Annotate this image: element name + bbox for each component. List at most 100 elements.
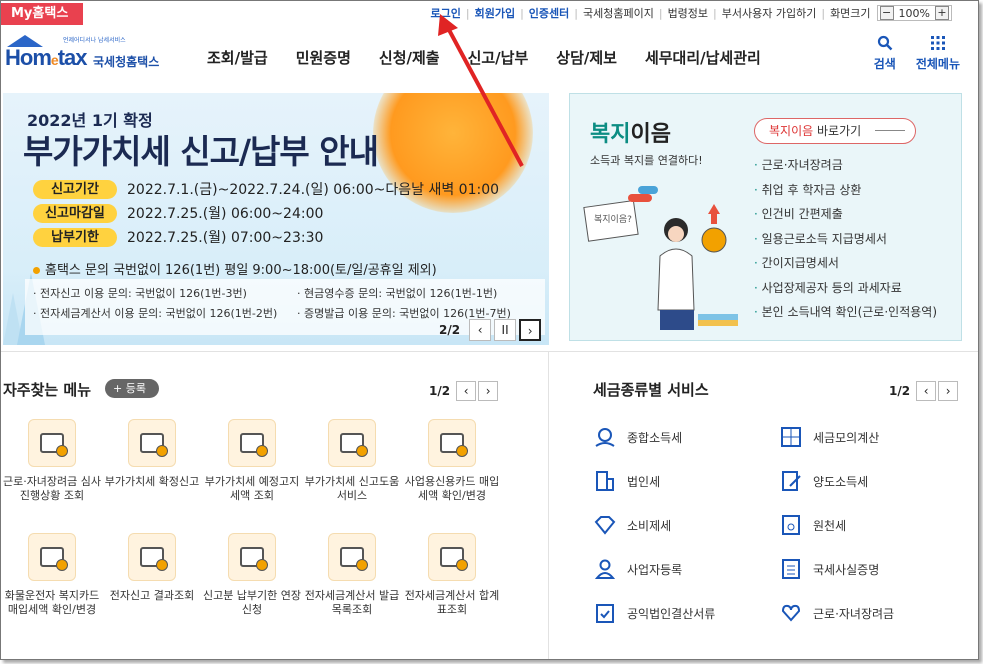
header: 언제어디서나 납세서비스 Hometax 국세청홈택스 조회/발급 민원증명 신… [1, 25, 978, 87]
document-pen-icon [779, 469, 803, 493]
service-transfer-tax[interactable]: 양도소득세 [779, 469, 868, 493]
favorite-label: 사업용신용카드 매입세액 확인/변경 [404, 475, 500, 502]
tax-search-icon [328, 419, 376, 467]
welfare-item[interactable]: 간이지급명세서 [754, 254, 937, 279]
banner-page-indicator: 2/2 [439, 323, 461, 337]
favorite-label: 근로·자녀장려금 심사진행상황 조회 [2, 475, 102, 502]
invoice-sum-icon [428, 533, 476, 581]
favorite-item[interactable]: 전자세금계산서 합계표조회 [401, 533, 503, 617]
nav-consult-report[interactable]: 상담/제보 [556, 47, 617, 68]
favorites-register-button[interactable]: + 등록 [105, 379, 159, 398]
favorite-item[interactable]: 전자세금계산서 발급목록조회 [301, 533, 403, 617]
welfare-item[interactable]: 본인 소득내역 확인(근로·인적용역) [754, 303, 937, 328]
service-public-corp-settlement[interactable]: 공익법인결산서류 [593, 601, 715, 625]
zoom-out-button[interactable]: − [879, 6, 894, 20]
service-tax-simulation[interactable]: 세금모의계산 [779, 425, 879, 449]
salary-document-icon [779, 513, 803, 537]
zoom-control: − 100% + [876, 5, 952, 21]
search-icon [874, 35, 896, 55]
banner-pause-button[interactable]: II [494, 319, 517, 341]
services-prev-button[interactable]: ‹ [916, 381, 937, 401]
my-hometax-button[interactable]: My홈택스 [1, 3, 83, 25]
screen-size-label: 화면크기 [830, 7, 871, 20]
services-pager: 1/2 ‹ › [889, 381, 959, 401]
welfare-shortcut-button[interactable]: 복지이음 바로가기 [754, 118, 916, 144]
signup-link[interactable]: 회원가입 [475, 5, 515, 21]
coin-hand-icon [593, 425, 617, 449]
favorites-title: 자주찾는 메뉴 [3, 381, 92, 399]
favorite-item[interactable]: 근로·자녀장려금 심사진행상황 조회 [1, 419, 103, 503]
welfare-subtitle: 소득과 복지를 연결하다! [590, 154, 703, 167]
nav-report-pay[interactable]: 신고/납부 [468, 47, 529, 68]
service-corporate-tax[interactable]: 법인세 [593, 469, 660, 493]
favorite-label: 부가가치세 예정고지세액 조회 [204, 475, 300, 502]
schedule-value: 2022.7.25.(월) 07:00~23:30 [127, 230, 324, 246]
welfare-item[interactable]: 사업장제공자 등의 과세자료 [754, 279, 937, 304]
welfare-card-icon [28, 533, 76, 581]
welfare-list: 근로·자녀장려금 취업 후 학자금 상환 인건비 간편제출 일용근로소득 지급명… [754, 156, 937, 328]
service-income-tax[interactable]: 종합소득세 [593, 425, 682, 449]
grid-menu-icon [916, 35, 960, 55]
service-earned-income-credit[interactable]: 근로·자녀장려금 [779, 601, 894, 625]
welfare-item[interactable]: 인건비 간편제출 [754, 205, 937, 230]
favorite-item[interactable]: 부가가치세 예정고지세액 조회 [201, 419, 303, 503]
banner-next-button[interactable]: › [519, 319, 542, 341]
favorites-next-button[interactable]: › [478, 381, 499, 401]
service-consumption-tax[interactable]: 소비제세 [593, 513, 671, 537]
service-withholding-tax[interactable]: 원천세 [779, 513, 846, 537]
welfare-illustration: 복지이음? [580, 186, 750, 336]
schedule-tag: 납부기한 [33, 227, 117, 247]
inquiry-line: · 전자신고 이용 문의: 국번없이 126(1번-3번) [33, 287, 247, 300]
favorite-item[interactable]: 부가가치세 신고도움 서비스 [301, 419, 403, 503]
services-next-button[interactable]: › [938, 381, 959, 401]
calendar-check-icon [128, 419, 176, 467]
favorite-item[interactable]: 신고분 납부기한 연장신청 [201, 533, 303, 617]
nav-inquiry-issue[interactable]: 조회/발급 [207, 47, 268, 68]
vat-banner[interactable]: 2022년 1기 확정 부가가치세 신고/납부 안내 신고기간 2022.7.1.… [3, 93, 549, 345]
invoice-list-icon [328, 533, 376, 581]
nav-apply-submit[interactable]: 신청/제출 [379, 47, 440, 68]
arrow-right-icon [875, 130, 905, 131]
favorite-label: 전자신고 결과조회 [109, 589, 195, 602]
search-button[interactable]: 검색 [874, 35, 896, 72]
building-icon [593, 469, 617, 493]
favorite-item[interactable]: 부가가치세 확정신고 [101, 419, 203, 489]
law-info-link[interactable]: 법령정보 [668, 5, 708, 21]
bullet-dot [33, 267, 40, 274]
welfare-link-box: 복지이음 소득과 복지를 연결하다! 복지이음 바로가기 근로·자녀장려금 취업… [569, 93, 962, 341]
hometax-logo[interactable]: 언제어디서나 납세서비스 Hometax 국세청홈택스 [5, 31, 183, 77]
heart-hand-icon [779, 601, 803, 625]
person-icon [593, 557, 617, 581]
banner-title: 부가가치세 신고/납부 안내 [23, 132, 379, 171]
search-label: 검색 [873, 57, 896, 71]
cert-center-link[interactable]: 인증센터 [529, 5, 569, 21]
logo-korean-name: 국세청홈택스 [93, 55, 160, 69]
welfare-item[interactable]: 취업 후 학자금 상환 [754, 181, 937, 206]
welfare-sign-text: 복지이음? [594, 215, 632, 225]
certificate-list-icon [779, 557, 803, 581]
welfare-item[interactable]: 근로·자녀장려금 [754, 156, 937, 181]
service-tax-fact-certificate[interactable]: 국세사실증명 [779, 557, 879, 581]
favorites-pager: 1/2 ‹ › [429, 381, 499, 401]
inquiry-line: · 전자세금계산서 이용 문의: 국번없이 126(1번-2번) [33, 307, 278, 320]
banner-prev-button[interactable]: ‹ [469, 319, 492, 341]
login-link[interactable]: 로그인 [431, 5, 461, 21]
dept-user-signup-link[interactable]: 부서사용자 가입하기 [722, 5, 817, 21]
favorite-item[interactable]: 전자신고 결과조회 [101, 533, 203, 603]
zoom-in-button[interactable]: + [935, 6, 949, 20]
card-search-icon [428, 419, 476, 467]
inquiry-line: · 현금영수증 문의: 국번없이 126(1번-1번) [297, 287, 498, 300]
vat-document-icon [228, 419, 276, 467]
welfare-item[interactable]: 일용근로소득 지급명세서 [754, 230, 937, 255]
favorite-item[interactable]: 사업용신용카드 매입세액 확인/변경 [401, 419, 503, 503]
service-business-registration[interactable]: 사업자등록 [593, 557, 682, 581]
all-menu-button[interactable]: 전체메뉴 [916, 35, 960, 72]
nav-civil-certificate[interactable]: 민원증명 [296, 47, 351, 68]
nav-tax-agent[interactable]: 세무대리/납세관리 [645, 47, 761, 68]
favorite-item[interactable]: 화물운전자 복지카드 매입세액 확인/변경 [1, 533, 103, 617]
favorites-prev-button[interactable]: ‹ [456, 381, 477, 401]
nts-homepage-link[interactable]: 국세청홈페이지 [583, 5, 654, 21]
logo-wordmark: Hometax [5, 45, 87, 70]
column-divider [548, 351, 549, 659]
schedule-value: 2022.7.25.(월) 06:00~24:00 [127, 206, 324, 222]
